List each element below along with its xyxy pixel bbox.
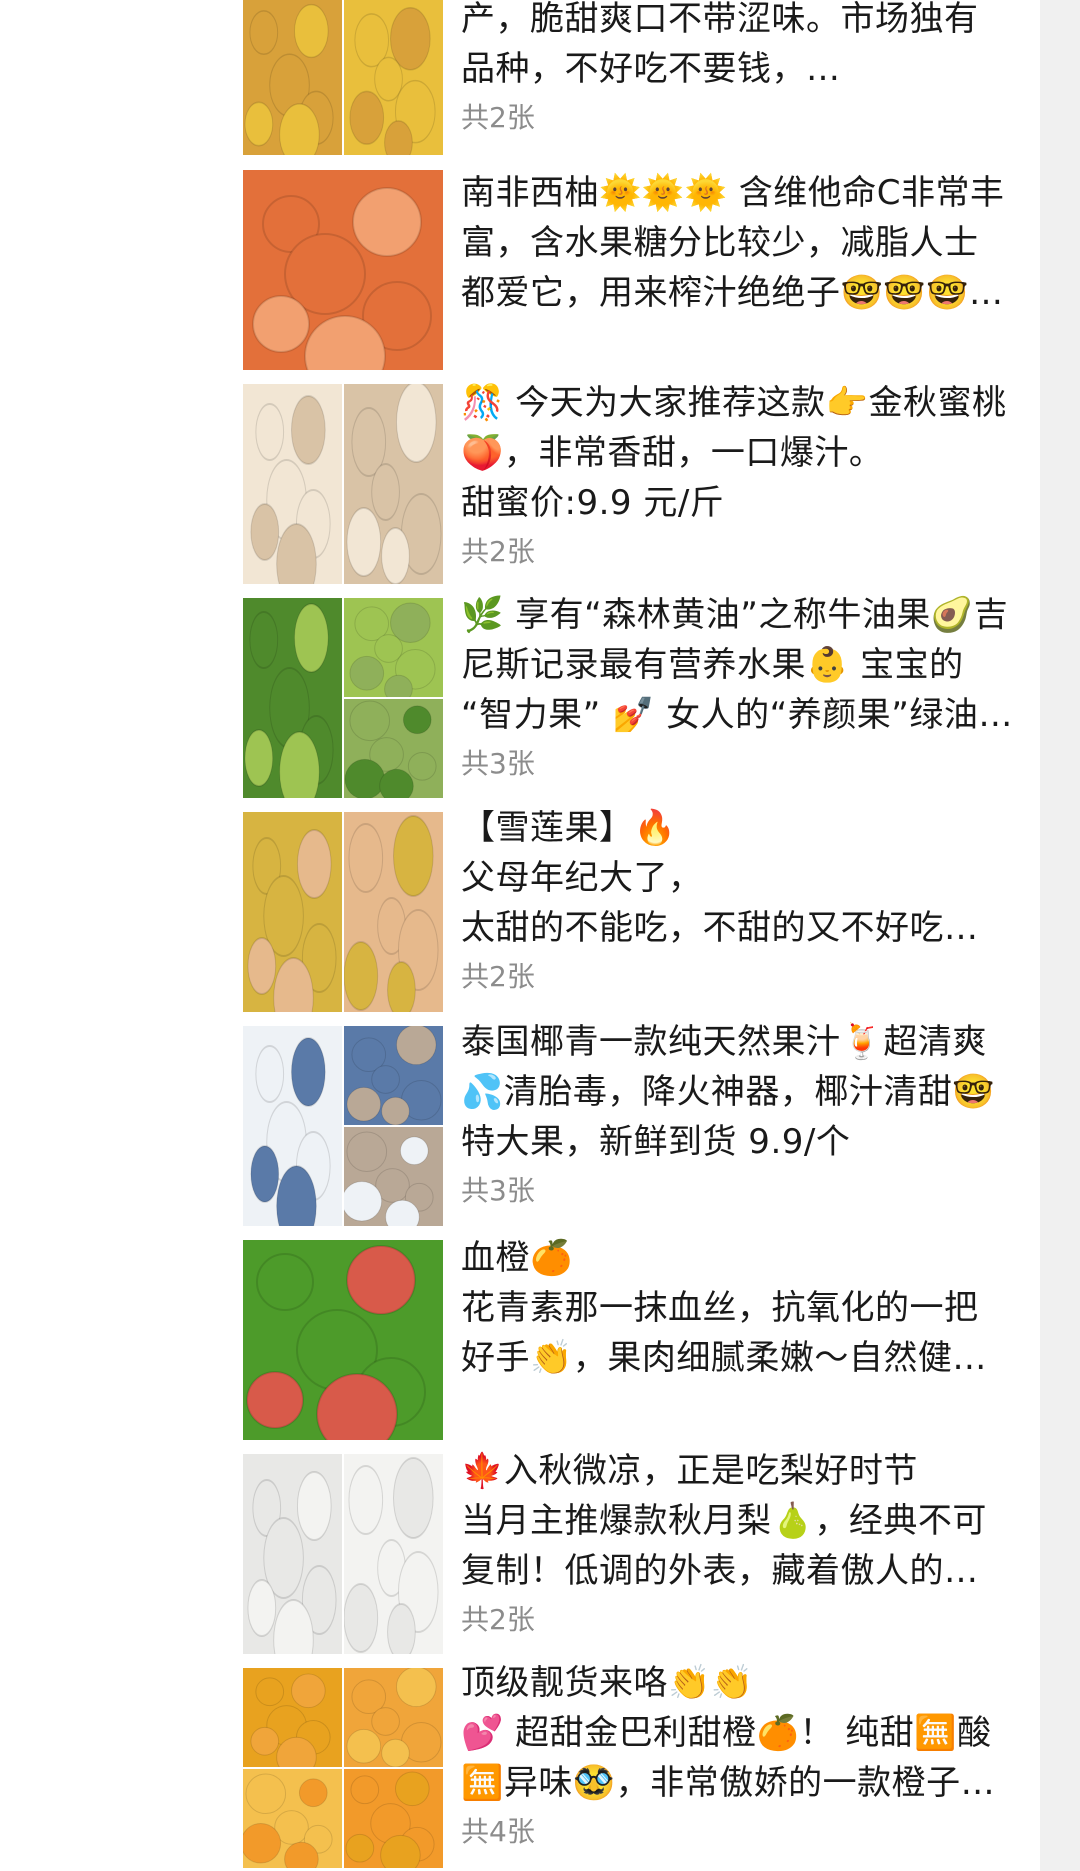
photo-count: 共2张 bbox=[461, 535, 535, 568]
caption-line: 复制！低调的外表，藏着傲人的… bbox=[461, 1551, 979, 1591]
caption-line: 都爱它，用来榨汁绝绝子🤓🤓🤓… bbox=[461, 273, 1004, 313]
caption-line: 产，脆甜爽口不带涩味。市场独有 bbox=[461, 0, 979, 39]
post-photo-grid[interactable] bbox=[243, 384, 443, 584]
post-caption[interactable]: 顶级靓货来咯👏👏 💕 超甜金巴利甜橙🍊！ 纯甜🈚酸 🈚异味🥸，非常傲娇的一款橙子… 共… bbox=[461, 1658, 1041, 1852]
peach-tile[interactable] bbox=[243, 384, 342, 584]
caption-line: 父母年纪大了， bbox=[461, 858, 703, 898]
avocado-tile[interactable] bbox=[243, 598, 342, 798]
orange-segment-tile[interactable] bbox=[243, 1769, 342, 1868]
caption-line: 顶级靓货来咯👏👏 bbox=[461, 1663, 754, 1703]
orange-tile[interactable] bbox=[243, 1668, 342, 1767]
caption-line: 🈚异味🥸，非常傲娇的一款橙子… bbox=[461, 1763, 996, 1803]
post-caption[interactable]: 🎊 今天为大家推荐这款👉金秋蜜桃 🍑，非常香甜，一口爆汁。 甜蜜价:9.9 元/斤共… bbox=[461, 378, 1041, 572]
sliced-avocado-tile[interactable] bbox=[344, 598, 443, 697]
caption-line: 🍁入秋微凉，正是吃梨好时节 bbox=[461, 1451, 918, 1491]
pear-flesh-tile[interactable] bbox=[344, 1454, 443, 1654]
coconut-cup-tile[interactable] bbox=[344, 1127, 443, 1226]
post-caption[interactable]: 产，脆甜爽口不带涩味。市场独有 品种，不好吃不要钱，… 共2张 bbox=[461, 0, 1041, 138]
caption-line: 好手👏，果肉细腻柔嫩～自然健… bbox=[461, 1338, 987, 1378]
pear-tile[interactable] bbox=[243, 1454, 342, 1654]
caption-line: 当月主推爆款秋月梨🍐，经典不可 bbox=[461, 1501, 987, 1541]
caption-line: 太甜的不能吃，不甜的又不好吃… bbox=[461, 908, 979, 948]
post-caption[interactable]: 血橙🍊 花青素那一抹血丝，抗氧化的一把 好手👏，果肉细腻柔嫩～自然健… bbox=[461, 1233, 1041, 1383]
caption-line: 【雪莲果】🔥 bbox=[461, 808, 677, 848]
post-caption[interactable]: 泰国椰青一款纯天然果汁🍹超清爽 💦清胎毒，降火神器，椰汁清甜🤓 特大果，新鲜到货 9… bbox=[461, 1017, 1041, 1211]
caption-line: 🎊 今天为大家推荐这款👉金秋蜜桃 bbox=[461, 383, 1007, 423]
blood-orange-tile[interactable] bbox=[243, 1240, 443, 1440]
post-photo-grid[interactable] bbox=[243, 1668, 443, 1868]
photo-count: 共3张 bbox=[461, 747, 535, 780]
caption-line: 💦清胎毒，降火神器，椰汁清甜🤓 bbox=[461, 1072, 996, 1112]
caption-line: 南非西柚🌞🌞🌞 含维他命C非常丰 bbox=[461, 173, 1005, 213]
orange-half-tile[interactable] bbox=[344, 1668, 443, 1767]
orange-plate-tile[interactable] bbox=[344, 1769, 443, 1868]
coconut-tile[interactable] bbox=[243, 1026, 342, 1226]
caption-line: “智力果” 💅 女人的“养颜果”绿油… bbox=[461, 695, 1013, 735]
post-photo-grid[interactable] bbox=[243, 0, 443, 155]
caption-line: 血橙🍊 bbox=[461, 1238, 573, 1278]
wrapped-peach-tile[interactable] bbox=[344, 384, 443, 584]
caption-line: 品种，不好吃不要钱，… bbox=[461, 49, 841, 89]
grapefruit-tile[interactable] bbox=[243, 170, 443, 370]
caption-line: 花青素那一抹血丝，抗氧化的一把 bbox=[461, 1288, 979, 1328]
caption-line: 🌿 享有“森林黄油”之称牛油果🥑吉 bbox=[461, 595, 1009, 635]
scroll-rail bbox=[1040, 0, 1080, 1871]
photo-count: 共3张 bbox=[461, 1174, 535, 1207]
post-photo-grid[interactable] bbox=[243, 598, 443, 798]
sliced-persimmon-tile[interactable] bbox=[344, 0, 443, 155]
post-caption[interactable]: 🍁入秋微凉，正是吃梨好时节当月主推爆款秋月梨🍐，经典不可 复制！低调的外表，藏着傲… bbox=[461, 1446, 1041, 1640]
post-caption[interactable]: 【雪莲果】🔥 父母年纪大了， 太甜的不能吃，不甜的又不好吃… 共2张 bbox=[461, 803, 1041, 997]
post-photo-grid[interactable] bbox=[243, 170, 443, 370]
yacon-tile[interactable] bbox=[243, 812, 342, 1012]
post-photo-grid[interactable] bbox=[243, 1240, 443, 1440]
coconut-box-tile[interactable] bbox=[344, 1026, 443, 1125]
caption-line: 特大果，新鲜到货 9.9/个 bbox=[461, 1122, 851, 1162]
caption-line: 🍑，非常香甜，一口爆汁。 bbox=[461, 433, 884, 473]
avocado-flesh-tile[interactable] bbox=[344, 699, 443, 798]
post-caption[interactable]: 🌿 享有“森林黄油”之称牛油果🥑吉 尼斯记录最有营养水果👶 宝宝的 “智力果” 💅 … bbox=[461, 590, 1041, 784]
persimmon-tile[interactable] bbox=[243, 0, 342, 155]
photo-count: 共2张 bbox=[461, 101, 535, 134]
post-photo-grid[interactable] bbox=[243, 812, 443, 1012]
photo-count: 共2张 bbox=[461, 960, 535, 993]
post-caption[interactable]: 南非西柚🌞🌞🌞 含维他命C非常丰 富，含水果糖分比较少，减脂人士 都爱它，用来榨汁绝… bbox=[461, 168, 1041, 318]
caption-line: 富，含水果糖分比较少，减脂人士 bbox=[461, 223, 979, 263]
caption-line: 💕 超甜金巴利甜橙🍊！ 纯甜🈚酸 bbox=[461, 1713, 992, 1753]
caption-line: 甜蜜价:9.9 元/斤 bbox=[461, 483, 725, 523]
photo-count: 共4张 bbox=[461, 1815, 535, 1848]
peeled-yacon-tile[interactable] bbox=[344, 812, 443, 1012]
post-photo-grid[interactable] bbox=[243, 1026, 443, 1226]
caption-line: 泰国椰青一款纯天然果汁🍹超清爽 bbox=[461, 1022, 987, 1062]
photo-count: 共2张 bbox=[461, 1603, 535, 1636]
post-photo-grid[interactable] bbox=[243, 1454, 443, 1654]
caption-line: 尼斯记录最有营养水果👶 宝宝的 bbox=[461, 645, 964, 685]
